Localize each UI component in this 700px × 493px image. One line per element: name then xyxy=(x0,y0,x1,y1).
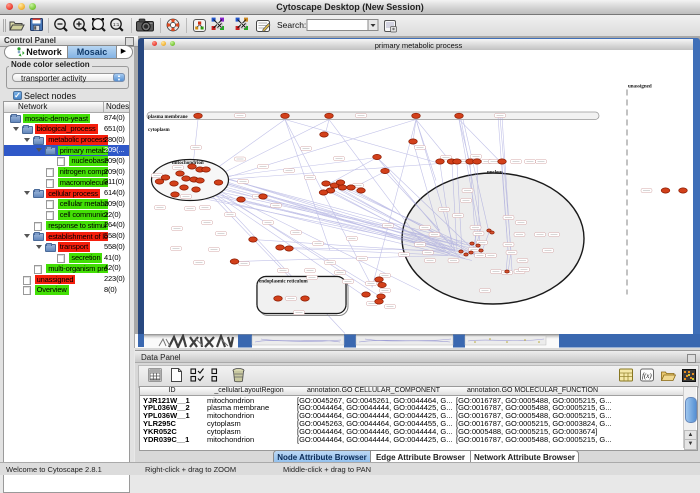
svg-text:Search:: Search: xyxy=(277,20,306,30)
svg-text:endoplasmic reticulum: endoplasmic reticulum xyxy=(259,279,308,284)
svg-text:f(x): f(x) xyxy=(642,372,652,380)
svg-text:cytoplasm: cytoplasm xyxy=(148,128,171,133)
svg-text:1:1: 1:1 xyxy=(113,22,120,27)
svg-text:unassigned: unassigned xyxy=(628,84,652,89)
svg-text:plasma membrane: plasma membrane xyxy=(148,115,188,120)
svg-text:nucleus: nucleus xyxy=(487,170,503,175)
